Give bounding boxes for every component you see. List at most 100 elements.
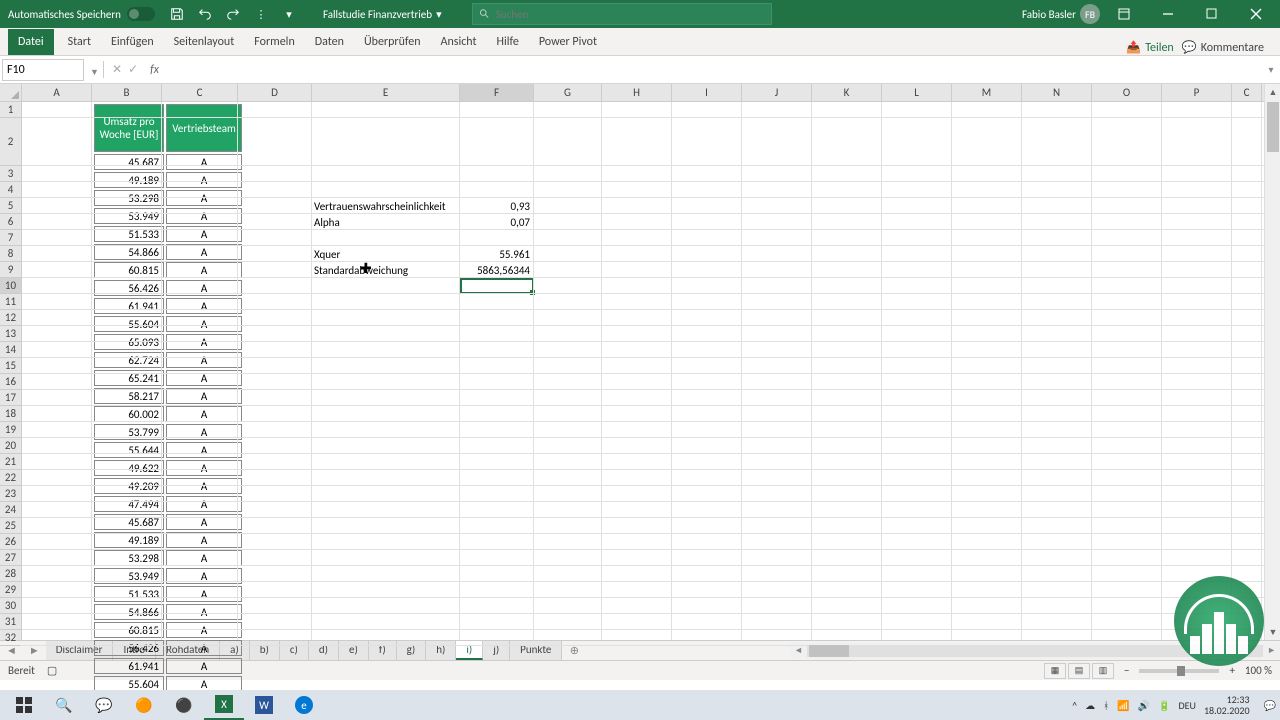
table-row[interactable]: 62.724A bbox=[94, 352, 242, 368]
ribbon-tab-überprüfen[interactable]: Überprüfen bbox=[354, 29, 431, 55]
table-row[interactable]: 58.217A bbox=[94, 388, 242, 404]
ribbon-tab-formeln[interactable]: Formeln bbox=[244, 29, 304, 55]
customize-qa-icon[interactable]: ▾ bbox=[275, 0, 303, 28]
taskbar-edge[interactable]: e bbox=[284, 690, 324, 720]
val-stddev[interactable]: 5863,56344 bbox=[462, 262, 534, 278]
touch-mode-icon[interactable]: ⋮ bbox=[247, 0, 275, 28]
sheet-tab-f[interactable]: f) bbox=[369, 641, 397, 660]
row-header-1[interactable]: 1 bbox=[0, 102, 21, 118]
row-header-2[interactable]: 2 bbox=[0, 118, 21, 166]
cell-team[interactable]: A bbox=[166, 154, 242, 170]
user-name[interactable]: Fabio Basler bbox=[1022, 8, 1076, 21]
cell-team[interactable]: A bbox=[166, 262, 242, 278]
table-row[interactable]: 60.002A bbox=[94, 406, 242, 422]
tray-clock[interactable]: 12:33 18.02.2020 bbox=[1204, 694, 1256, 716]
cell-umsatz[interactable]: 62.724 bbox=[94, 352, 164, 368]
col-header-I[interactable]: I bbox=[672, 84, 742, 101]
ribbon-tab-seitenlayout[interactable]: Seitenlayout bbox=[164, 29, 245, 55]
taskbar-obs[interactable]: ⚫ bbox=[164, 690, 204, 720]
label-xquer[interactable]: Xquer bbox=[314, 246, 462, 262]
cell-team[interactable]: A bbox=[166, 478, 242, 494]
view-page-break-icon[interactable]: ▥ bbox=[1092, 663, 1114, 679]
table-row[interactable]: 49.189A bbox=[94, 172, 242, 188]
table-row[interactable]: 49.189A bbox=[94, 532, 242, 548]
cell-team[interactable]: A bbox=[166, 460, 242, 476]
zoom-in-icon[interactable]: + bbox=[1229, 664, 1234, 677]
row-header-32[interactable]: 32 bbox=[0, 630, 21, 646]
col-header-C[interactable]: C bbox=[162, 84, 238, 101]
taskbar-word[interactable]: W bbox=[244, 690, 284, 720]
cell-umsatz[interactable]: 60.002 bbox=[94, 406, 164, 422]
cancel-formula-icon[interactable]: ✕ bbox=[112, 62, 122, 77]
ribbon-tab-datei[interactable]: Datei bbox=[8, 29, 54, 55]
sheet-tab-g[interactable]: g) bbox=[397, 641, 427, 660]
col-header-D[interactable]: D bbox=[238, 84, 312, 101]
toggle-switch[interactable] bbox=[127, 7, 155, 21]
col-header-F[interactable]: F bbox=[460, 84, 534, 101]
row-header-19[interactable]: 19 bbox=[0, 422, 21, 438]
col-header-H[interactable]: H bbox=[602, 84, 672, 101]
vertical-scrollbar[interactable]: ▲ ▼ bbox=[1264, 84, 1280, 640]
autosave-toggle[interactable]: Automatisches Speichern bbox=[0, 7, 163, 21]
select-all-corner[interactable] bbox=[0, 84, 22, 102]
scroll-right-icon[interactable]: ► bbox=[1267, 645, 1276, 656]
cell-team[interactable]: A bbox=[166, 316, 242, 332]
col-header-O[interactable]: O bbox=[1092, 84, 1162, 101]
table-row[interactable]: 55.604A bbox=[94, 316, 242, 332]
table-row[interactable]: 65.093A bbox=[94, 334, 242, 350]
table-row[interactable]: 49.209A bbox=[94, 478, 242, 494]
view-page-layout-icon[interactable]: ▤ bbox=[1068, 663, 1090, 679]
table-row[interactable]: 61.941A bbox=[94, 298, 242, 314]
row-header-25[interactable]: 25 bbox=[0, 518, 21, 534]
hscroll-thumb[interactable] bbox=[809, 645, 849, 657]
sheet-tab-j[interactable]: j) bbox=[483, 641, 510, 660]
val-alpha[interactable]: 0,07 bbox=[462, 214, 534, 230]
taskbar-app-1[interactable]: 💬 bbox=[84, 690, 124, 720]
table-row[interactable]: 56.426A bbox=[94, 640, 242, 656]
table-row[interactable]: 61.941A bbox=[94, 658, 242, 674]
undo-icon[interactable] bbox=[191, 0, 219, 28]
scroll-down-icon[interactable]: ▼ bbox=[1265, 624, 1280, 640]
close-icon[interactable] bbox=[1236, 0, 1276, 28]
label-confidence[interactable]: Vertrauenswahrscheinlichkeit bbox=[314, 198, 462, 214]
label-stddev[interactable]: Standardabweichung bbox=[314, 262, 462, 278]
search-taskbar-icon[interactable]: 🔍 bbox=[44, 690, 84, 720]
row-header-12[interactable]: 12 bbox=[0, 310, 21, 326]
col-header-G[interactable]: G bbox=[534, 84, 602, 101]
cell-team[interactable]: A bbox=[166, 658, 242, 674]
cell-team[interactable]: A bbox=[166, 172, 242, 188]
table-row[interactable]: 49.622A bbox=[94, 460, 242, 476]
ribbon-tab-start[interactable]: Start bbox=[58, 29, 101, 55]
minimize-icon[interactable] bbox=[1148, 0, 1188, 28]
ribbon-display-icon[interactable] bbox=[1104, 0, 1144, 28]
col-header-N[interactable]: N bbox=[1022, 84, 1092, 101]
table-row[interactable]: 45.687A bbox=[94, 154, 242, 170]
cell-team[interactable]: A bbox=[166, 640, 242, 656]
table-row[interactable]: 51.533A bbox=[94, 586, 242, 602]
maximize-icon[interactable] bbox=[1192, 0, 1232, 28]
cell-team[interactable]: A bbox=[166, 388, 242, 404]
sheet-tab-h[interactable]: h) bbox=[426, 641, 456, 660]
table-row[interactable]: 55.644A bbox=[94, 442, 242, 458]
cell-umsatz[interactable]: 60.815 bbox=[94, 622, 164, 638]
cell-team[interactable]: A bbox=[166, 406, 242, 422]
cell-umsatz[interactable]: 55.604 bbox=[94, 316, 164, 332]
tray-battery-icon[interactable]: 🔋 bbox=[1158, 699, 1170, 712]
row-header-23[interactable]: 23 bbox=[0, 486, 21, 502]
expand-formula-bar-icon[interactable]: ▾ bbox=[1262, 63, 1280, 76]
cell-team[interactable]: A bbox=[166, 442, 242, 458]
table-row[interactable]: 53.298A bbox=[94, 550, 242, 566]
val-xquer[interactable]: 55.961 bbox=[462, 246, 534, 262]
fx-icon[interactable]: fx bbox=[146, 63, 163, 77]
table-row[interactable]: 54.866A bbox=[94, 244, 242, 260]
row-header-21[interactable]: 21 bbox=[0, 454, 21, 470]
tray-onedrive-icon[interactable]: ☁ bbox=[1085, 699, 1095, 712]
search-input[interactable] bbox=[496, 8, 765, 21]
row-headers[interactable]: 1234567891011121314151617181920212223242… bbox=[0, 102, 22, 640]
accept-formula-icon[interactable]: ✓ bbox=[128, 62, 138, 77]
cell-umsatz[interactable]: 54.866 bbox=[94, 604, 164, 620]
cell-umsatz[interactable]: 49.622 bbox=[94, 460, 164, 476]
row-header-14[interactable]: 14 bbox=[0, 342, 21, 358]
sheet-tab-d[interactable]: d) bbox=[309, 641, 339, 660]
start-button[interactable] bbox=[4, 690, 44, 720]
